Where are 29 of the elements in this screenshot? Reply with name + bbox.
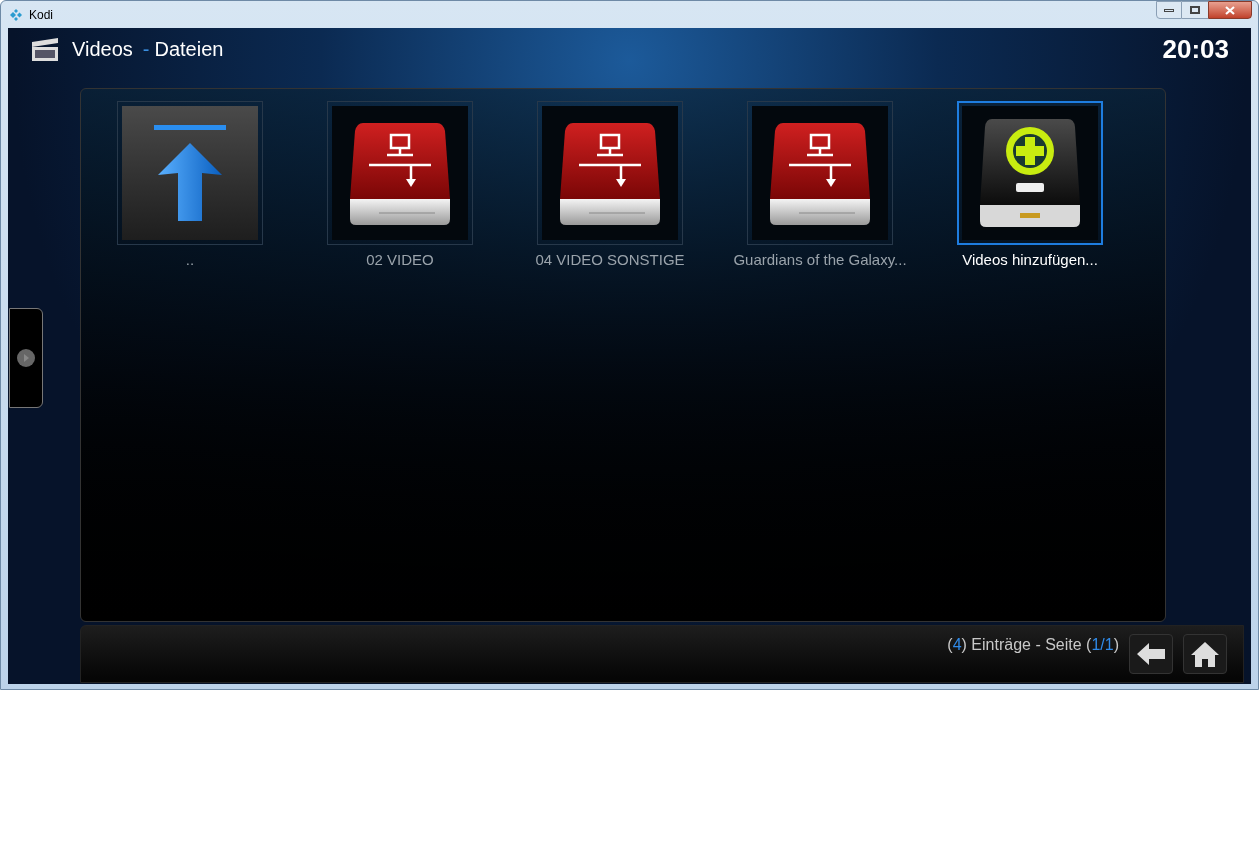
title-separator: - xyxy=(142,37,150,62)
minimize-button[interactable] xyxy=(1156,1,1182,19)
clapperboard-icon xyxy=(30,36,60,62)
folder-tile[interactable] xyxy=(117,101,263,245)
tile-label: 04 VIDEO SONSTIGE xyxy=(535,250,685,270)
folder-tile[interactable] xyxy=(327,101,473,245)
back-arrow-icon xyxy=(1137,643,1165,665)
close-icon xyxy=(1225,5,1235,15)
folder-tile[interactable] xyxy=(537,101,683,245)
app-logo-icon xyxy=(9,7,23,22)
tile-label: Videos hinzufügen... xyxy=(962,250,1098,270)
home-button[interactable] xyxy=(1183,634,1227,674)
tile-label: Guardians of the Galaxy... xyxy=(733,250,907,270)
home-icon xyxy=(1191,641,1219,667)
close-button[interactable] xyxy=(1208,1,1252,19)
add-drive-icon xyxy=(978,117,1082,229)
folder-tile[interactable] xyxy=(747,101,893,245)
window-title: Kodi xyxy=(29,6,54,24)
section-title: Videos xyxy=(72,37,133,62)
maximize-button[interactable] xyxy=(1182,1,1208,19)
play-circle-icon xyxy=(17,349,35,367)
tile-label: .. xyxy=(185,250,195,270)
tile-label: 02 VIDEO xyxy=(366,250,434,270)
clock: 20:03 xyxy=(1162,32,1229,66)
subsection-title: Dateien xyxy=(154,37,224,62)
back-button[interactable] xyxy=(1129,634,1173,674)
folder-tile[interactable] xyxy=(957,101,1103,245)
side-menu-tab[interactable] xyxy=(9,308,43,408)
item-count-text: (4) Einträge - Seite (1/1) xyxy=(947,635,1119,655)
